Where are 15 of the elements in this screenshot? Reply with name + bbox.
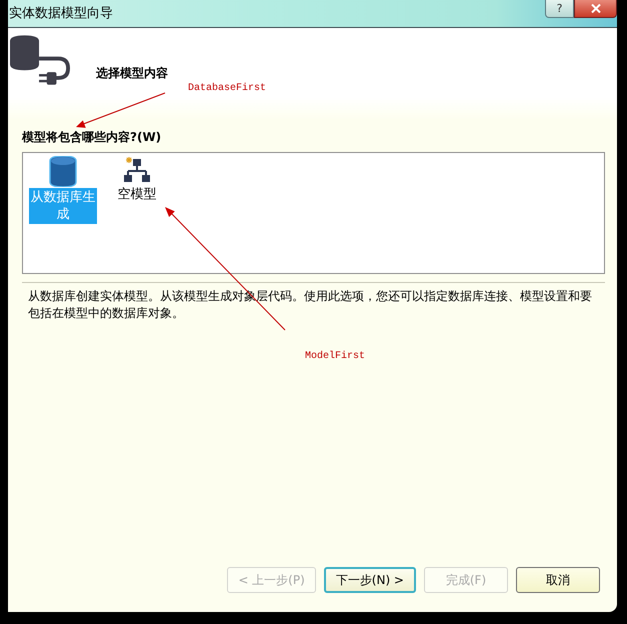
annotation-label: ModelFirst [305, 351, 366, 363]
database-icon [49, 156, 77, 187]
content-label: 模型将包含哪些内容?(W) [22, 130, 162, 145]
database-plug-icon [10, 35, 70, 87]
hierarchy-icon [123, 156, 151, 184]
wizard-button[interactable]: 下一步(N) > [324, 567, 416, 593]
help-button[interactable]: ? [545, 0, 574, 18]
wizard-button[interactable]: 取消 [516, 567, 600, 593]
close-icon [590, 4, 600, 13]
close-button[interactable] [574, 0, 617, 18]
annotation-label: DatabaseFirst [188, 83, 266, 95]
model-list[interactable]: 从数据库生成 空模型 [22, 152, 605, 274]
page-heading: 选择模型内容 [96, 66, 168, 80]
model-option[interactable]: 空模型 [103, 156, 171, 204]
window-title: 实体数据模型向导 [8, 5, 113, 21]
